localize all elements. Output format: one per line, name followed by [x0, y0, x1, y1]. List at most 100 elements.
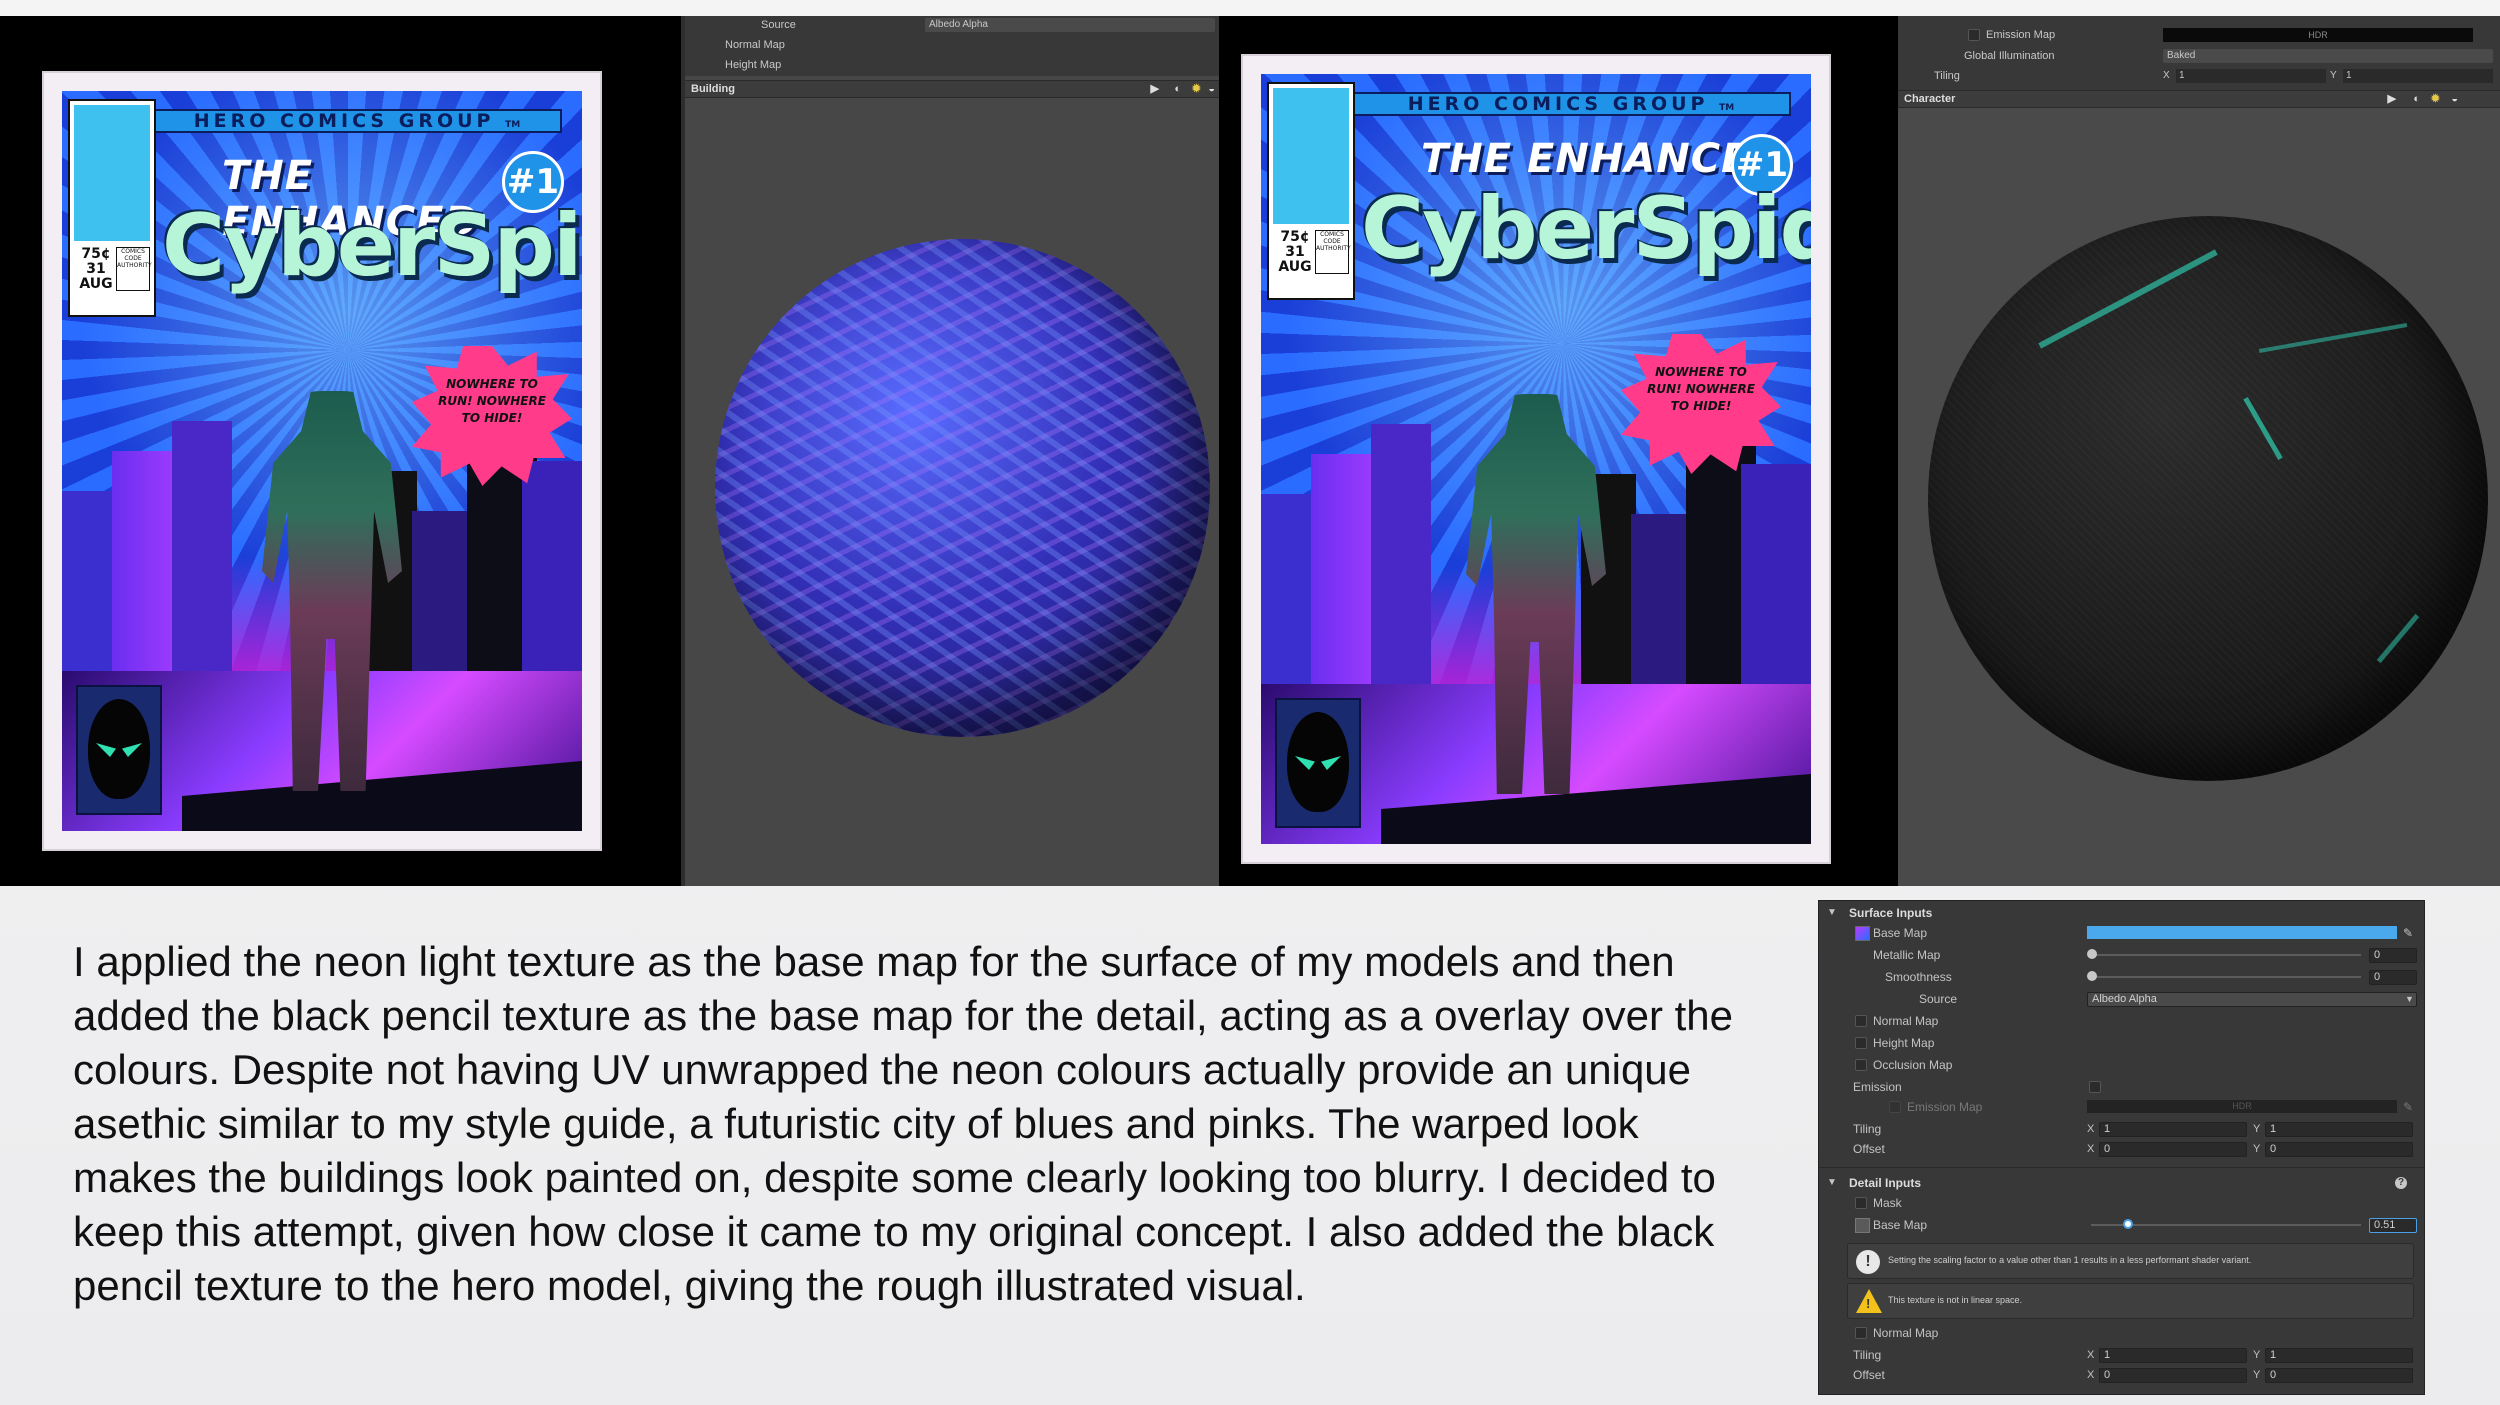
building-preview-header: Building ▶ ◐ ✹ ◒ — [685, 80, 1219, 98]
source-dropdown[interactable]: Albedo Alpha — [2087, 992, 2417, 1007]
emission-row: Emission — [1819, 1077, 2424, 1097]
base-map-label: Base Map — [1873, 926, 1928, 940]
metallic-map-label: Metallic Map — [1873, 948, 1941, 962]
cover-price-block: 75¢ 31 AUG — [74, 247, 118, 292]
detail-normal-map-label: Normal Map — [1873, 1326, 1939, 1340]
tiling-x-field[interactable]: 1 — [2099, 1122, 2247, 1137]
metallic-map-row: Metallic Map 0 — [1819, 945, 2424, 965]
section-divider — [1819, 1167, 2424, 1168]
detail-base-map-slider[interactable] — [2122, 1219, 2133, 1229]
tiling-row: Tiling X 1 Y 1 — [1819, 1119, 2424, 1139]
cover-burst-text: NOWHERE TO RUN! NOWHERE TO HIDE! — [438, 377, 546, 425]
building-header-label: Building — [691, 83, 735, 95]
smoothness-value-field[interactable]: 0 — [2369, 970, 2417, 985]
offset-x-field[interactable]: 0 — [2099, 1142, 2247, 1157]
normal-map-row: Normal Map — [1819, 1011, 2424, 1031]
tiling-x-field[interactable]: 1 — [2176, 69, 2326, 83]
detail-tiling-x-field[interactable]: 1 — [2099, 1348, 2247, 1363]
height-map-row: Height Map — [685, 56, 1219, 74]
cover-corner-box-2: 75¢ 31 AUG COMICS CODE AUTHORITY — [1267, 82, 1355, 300]
detail-offset-x-field[interactable]: 0 — [2099, 1368, 2247, 1383]
emission-map-row: Emission Map HDR ✎ — [1819, 1097, 2424, 1117]
detail-offset-y-field[interactable]: 0 — [2265, 1368, 2413, 1383]
light-icon[interactable]: ✹ — [1192, 81, 1201, 97]
normal-map-checkbox[interactable] — [1855, 1015, 1867, 1027]
sphere-toggle-icon[interactable]: ◐ — [2413, 91, 2420, 107]
cover-price-2: 75¢ — [1280, 229, 1310, 245]
height-map-checkbox[interactable] — [1855, 1037, 1867, 1049]
occlusion-map-checkbox[interactable] — [1855, 1059, 1867, 1071]
emission-checkbox[interactable] — [2089, 1081, 2101, 1093]
mask-checkbox[interactable] — [1855, 1197, 1867, 1209]
height-map-row: Height Map — [1819, 1033, 2424, 1053]
normal-map-label: Normal Map — [1873, 1014, 1939, 1028]
detail-base-map-value-field[interactable]: 0.51 — [2369, 1218, 2417, 1233]
emission-map-row: Emission Map HDR — [1898, 26, 2500, 44]
emission-map-checkbox[interactable] — [1968, 29, 1980, 41]
cover-price: 75¢ — [81, 246, 111, 262]
base-map-thumbnail[interactable] — [1855, 926, 1870, 941]
gi-label: Global Illumination — [1964, 50, 2055, 62]
character-preview-header: Character ▶ ◐ ✹ ◒ — [1898, 90, 2500, 108]
gi-dropdown[interactable]: Baked — [2163, 49, 2493, 63]
detail-tiling-y-label: Y — [2253, 1349, 2261, 1361]
preview-menu-icon[interactable]: ◒ — [1208, 81, 1215, 97]
detail-normal-map-row: Normal Map — [1819, 1323, 2424, 1343]
height-map-label: Height Map — [725, 59, 782, 71]
emission-map-checkbox[interactable] — [1889, 1101, 1901, 1113]
emission-color-field[interactable]: HDR — [2163, 28, 2473, 42]
cover-price-block-2: 75¢ 31 AUG — [1273, 230, 1317, 275]
preview-menu-icon[interactable]: ◒ — [2451, 91, 2458, 107]
eyedropper-icon[interactable]: ✎ — [2403, 923, 2413, 943]
building-material-preview: Source Albedo Alpha Normal Map Height Ma… — [681, 16, 1219, 886]
character-header-label: Character — [1904, 93, 1956, 105]
cover-header-tm-2: TM — [1719, 103, 1735, 113]
source-dropdown[interactable]: Albedo Alpha — [925, 18, 1215, 32]
metallic-slider[interactable] — [2087, 949, 2097, 959]
detail-base-map-thumbnail[interactable] — [1855, 1218, 1870, 1233]
normal-map-row: Normal Map — [685, 36, 1219, 54]
detail-offset-y-label: Y — [2253, 1369, 2261, 1381]
light-icon[interactable]: ✹ — [2431, 91, 2440, 107]
cover-date-month-2: AUG — [1278, 259, 1312, 275]
character-sphere — [1928, 216, 2488, 781]
foldout-arrow-icon[interactable]: ▼ — [1827, 1173, 1837, 1193]
eyedropper-icon[interactable]: ✎ — [2403, 1097, 2413, 1117]
tiling-y-field[interactable]: 1 — [2265, 1122, 2413, 1137]
surface-inputs-header[interactable]: ▼ Surface Inputs — [1819, 903, 2424, 923]
detail-tiling-row: Tiling X 1 Y 1 — [1819, 1345, 2424, 1365]
help-icon[interactable]: ? — [2395, 1177, 2407, 1189]
mask-label: Mask — [1873, 1196, 1902, 1210]
metallic-value-field[interactable]: 0 — [2369, 948, 2417, 963]
source-label: Source — [1919, 992, 1958, 1006]
play-icon[interactable]: ▶ — [2388, 91, 2396, 107]
smoothness-label: Smoothness — [1885, 970, 1952, 984]
emission-color-field[interactable]: HDR — [2087, 1100, 2397, 1113]
source-row: Source Albedo Alpha ▼ — [1819, 989, 2424, 1009]
offset-y-label: Y — [2253, 1143, 2261, 1155]
mask-row: Mask — [1819, 1193, 2424, 1213]
global-illumination-row: Global Illumination Baked — [1898, 47, 2500, 65]
cover-title: CyberSpider — [162, 196, 582, 296]
cover-date-day-2: 31 — [1285, 244, 1305, 260]
cover-code-seal-2: COMICS CODE AUTHORITY — [1315, 230, 1351, 274]
tiling-y-field[interactable]: 1 — [2343, 69, 2493, 83]
cover-header-tm: TM — [505, 120, 521, 130]
comic-cover-art-2: HERO COMICS GROUP TM 75¢ 31 AUG COMICS C… — [1261, 74, 1811, 844]
emission-map-label: Emission Map — [1986, 29, 2056, 41]
cover-date-month: AUG — [79, 276, 113, 292]
base-map-color[interactable] — [2087, 926, 2397, 939]
offset-y-field[interactable]: 0 — [2265, 1142, 2413, 1157]
cover-header: HERO COMICS GROUP TM — [152, 109, 562, 133]
description-paragraph: I applied the neon light texture as the … — [73, 938, 1734, 1309]
warning-helpbox: ! This texture is not in linear space. — [1847, 1283, 2414, 1319]
detail-inputs-header[interactable]: ▼ Detail Inputs ? — [1819, 1173, 2424, 1193]
foldout-arrow-icon[interactable]: ▼ — [1827, 903, 1837, 923]
detail-normal-map-checkbox[interactable] — [1855, 1327, 1867, 1339]
detail-tiling-y-field[interactable]: 1 — [2265, 1348, 2413, 1363]
sphere-toggle-icon[interactable]: ◐ — [1174, 81, 1181, 97]
comic-cover-frame-2: HERO COMICS GROUP TM 75¢ 31 AUG COMICS C… — [1241, 54, 1831, 864]
play-icon[interactable]: ▶ — [1151, 81, 1159, 97]
smoothness-slider[interactable] — [2087, 971, 2097, 981]
tiling-row: Tiling X 1 Y 1 — [1898, 67, 2500, 85]
